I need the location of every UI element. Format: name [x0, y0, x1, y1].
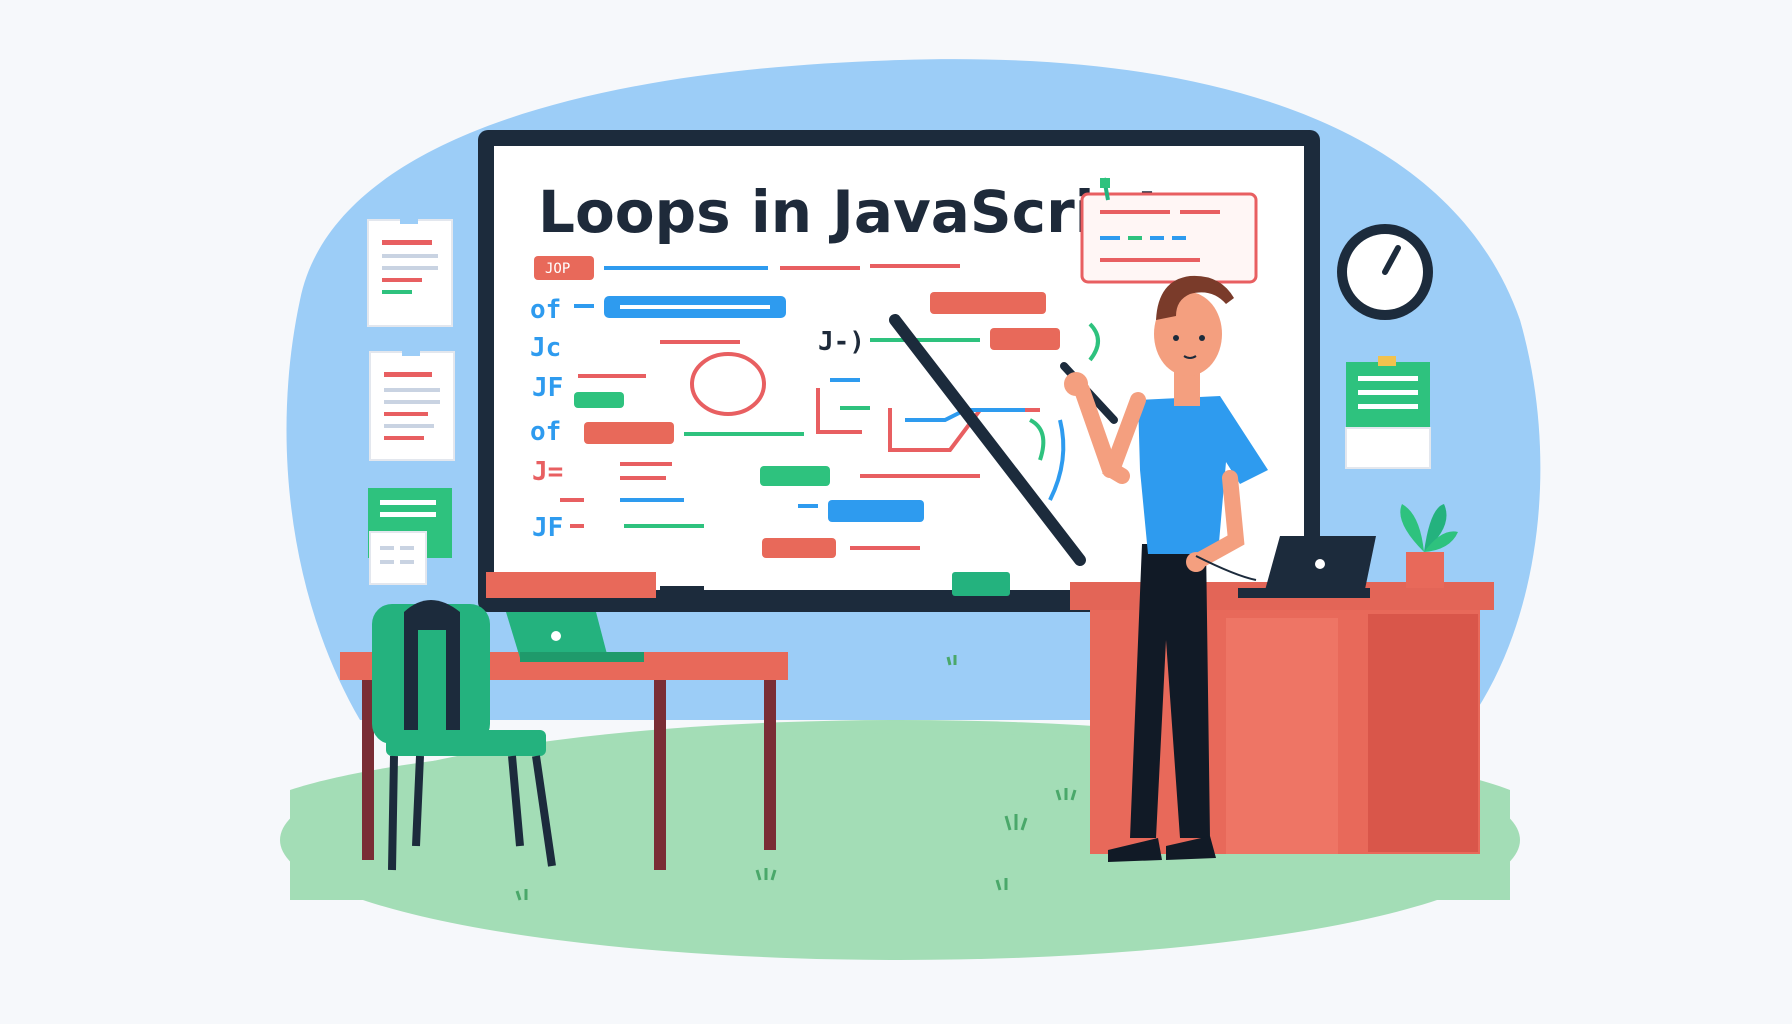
- code-label-2: Jc: [530, 333, 561, 363]
- board-title: Loops in JavaScript: [538, 178, 1164, 246]
- notes-icon: [367, 214, 455, 585]
- code-label-5: J=: [532, 457, 563, 487]
- clock-icon: [1337, 224, 1433, 320]
- code-label-6: JF: [532, 513, 563, 543]
- code-label-4: of: [530, 417, 561, 447]
- code-label-3: JF: [532, 373, 563, 403]
- code-label-1: of: [530, 295, 561, 325]
- code-label-7: J-): [818, 327, 865, 357]
- illustration: Loops in JavaScript JOP of Jc J-) JF of …: [280, 59, 1541, 960]
- notes-right: [1345, 356, 1431, 469]
- code-label-0: JOP: [545, 261, 570, 277]
